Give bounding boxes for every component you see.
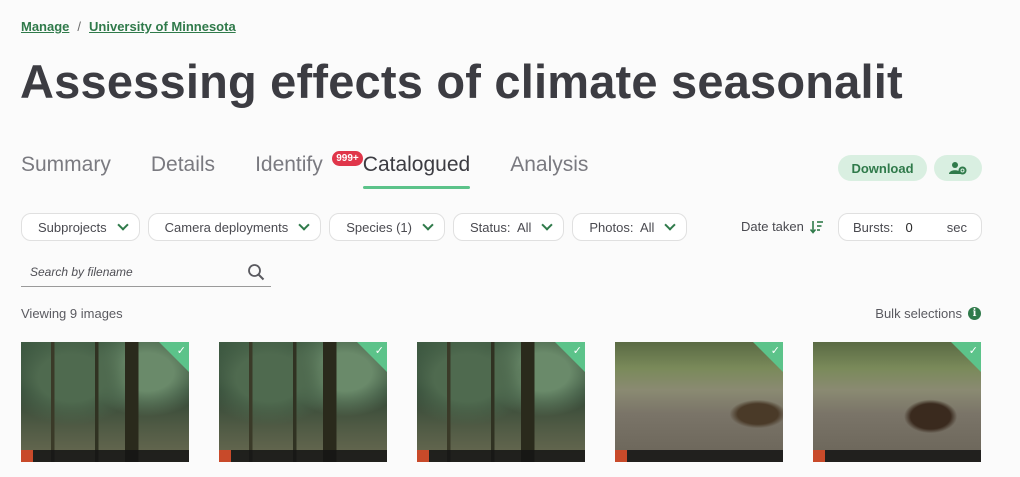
camera-logo-icon	[417, 450, 429, 462]
status-filter[interactable]: Status: All	[452, 213, 565, 241]
chevron-down-icon	[422, 219, 434, 231]
camera-logo-icon	[813, 450, 825, 462]
subprojects-filter[interactable]: Subprojects	[21, 213, 140, 241]
info-icon: i	[968, 307, 981, 320]
tab-identify-label: Identify	[255, 153, 323, 176]
check-icon: ✓	[374, 345, 384, 357]
camera-info-strip	[219, 450, 387, 462]
download-button[interactable]: Download	[838, 155, 927, 181]
bulk-selections-label: Bulk selections	[875, 306, 962, 321]
image-thumbnail[interactable]: ✓	[813, 342, 981, 462]
image-grid: ✓ ✓ ✓ ✓ ✓	[21, 342, 981, 462]
breadcrumb-manage-link[interactable]: Manage	[21, 19, 69, 34]
image-thumbnail[interactable]: ✓	[615, 342, 783, 462]
page-title: Assessing effects of climate seasonalit	[20, 55, 903, 108]
search-input[interactable]	[21, 264, 241, 279]
chevron-down-icon	[298, 219, 310, 231]
results-count: Viewing 9 images	[21, 306, 123, 321]
tab-catalogued[interactable]: Catalogued	[362, 153, 471, 189]
check-icon: ✓	[176, 345, 186, 357]
search-icon[interactable]	[247, 263, 265, 281]
camera-info-strip	[615, 450, 783, 462]
tab-bar: Summary Details Identify 999+ Catalogued…	[21, 151, 628, 189]
camera-deployments-filter-label: Camera deployments	[164, 219, 289, 235]
camera-logo-icon	[615, 450, 627, 462]
top-actions: Download	[838, 155, 982, 181]
tab-analysis[interactable]: Analysis	[510, 153, 588, 185]
camera-info-strip	[21, 450, 189, 462]
species-filter[interactable]: Species (1)	[329, 213, 445, 241]
photos-filter-label: Photos: All	[589, 219, 655, 235]
breadcrumb-org-link[interactable]: University of Minnesota	[89, 19, 236, 34]
camera-logo-icon	[219, 450, 231, 462]
camera-info-strip	[417, 450, 585, 462]
breadcrumb-separator: /	[77, 19, 82, 34]
breadcrumb: Manage / University of Minnesota	[21, 19, 236, 34]
bursts-control: Bursts: 0 sec	[838, 213, 982, 241]
tab-summary[interactable]: Summary	[21, 153, 111, 185]
filter-bar: Subprojects Camera deployments Species (…	[21, 213, 688, 241]
image-thumbnail[interactable]: ✓	[417, 342, 585, 462]
check-icon: ✓	[968, 345, 978, 357]
tab-identify[interactable]: Identify 999+	[255, 151, 363, 185]
sort-descending-icon	[809, 220, 823, 234]
image-thumbnail[interactable]: ✓	[219, 342, 387, 462]
manage-users-button[interactable]	[934, 155, 982, 181]
bursts-unit: sec	[946, 219, 967, 235]
check-icon: ✓	[572, 345, 582, 357]
bulk-selections-button[interactable]: Bulk selections i	[875, 306, 981, 321]
sort-date-taken[interactable]: Date taken	[741, 219, 824, 234]
subprojects-filter-label: Subprojects	[38, 219, 107, 235]
sort-label: Date taken	[741, 219, 804, 234]
chevron-down-icon	[664, 219, 677, 231]
check-icon: ✓	[770, 345, 780, 357]
bursts-input[interactable]: 0	[905, 220, 935, 235]
chevron-down-icon	[116, 219, 129, 231]
bursts-label: Bursts:	[853, 219, 894, 235]
camera-deployments-filter[interactable]: Camera deployments	[147, 213, 322, 241]
image-thumbnail[interactable]: ✓	[21, 342, 189, 462]
species-filter-label: Species (1)	[346, 219, 412, 235]
status-filter-label: Status: All	[469, 219, 532, 235]
search-box	[21, 257, 271, 287]
identify-count-badge: 999+	[332, 151, 363, 166]
camera-info-strip	[813, 450, 981, 462]
chevron-down-icon	[541, 219, 554, 231]
camera-logo-icon	[21, 450, 33, 462]
photos-filter[interactable]: Photos: All	[572, 213, 688, 241]
tab-details[interactable]: Details	[151, 153, 215, 185]
users-cog-icon	[949, 162, 967, 175]
